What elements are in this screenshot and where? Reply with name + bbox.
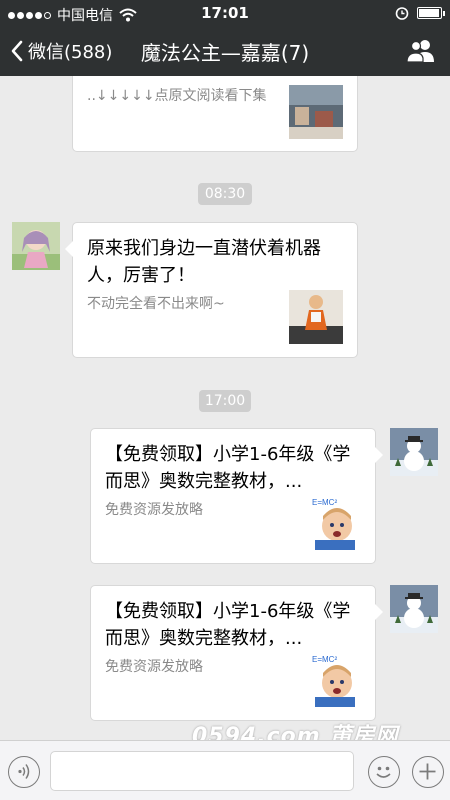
- article-thumbnail: [289, 290, 343, 344]
- status-bar: 中国电信 17:01: [0, 0, 450, 26]
- link-card-message[interactable]: ..↓↓↓↓↓点原文阅读看下集: [72, 76, 358, 152]
- battery-fill: [419, 9, 439, 17]
- time-separator: 08:30: [198, 183, 252, 205]
- status-right: [395, 6, 445, 20]
- voice-button[interactable]: [8, 756, 40, 788]
- battery-icon: [417, 7, 445, 19]
- emoji-icon: [376, 766, 391, 778]
- bubble-tail: [375, 447, 383, 463]
- time-separator: 17:00: [199, 390, 251, 412]
- card-description: 不动完全看不出来啊~: [87, 296, 225, 312]
- article-thumbnail: E=MC²: [307, 496, 361, 550]
- card-description: 免费资源发放略: [105, 659, 203, 675]
- link-card-message[interactable]: 【免费领取】小学1-6年级《学而思》奥数完整教材，... 免费资源发放略 E=M…: [90, 585, 383, 721]
- avatar[interactable]: [390, 428, 438, 476]
- plus-icon: [419, 763, 436, 780]
- chat-messages[interactable]: ..↓↓↓↓↓点原文阅读看下集 08:30 原来我们身边一直潜伏着机器人，厉害了…: [0, 76, 450, 740]
- thumb-formula: E=MC²: [312, 498, 337, 507]
- avatar[interactable]: [12, 222, 60, 270]
- card-title: 【免费领取】小学1-6年级《学而思》奥数完整教材，...: [105, 444, 351, 492]
- card-title: 原来我们身边一直潜伏着机器人，厉害了！: [87, 238, 321, 286]
- card-title: 【免费领取】小学1-6年级《学而思》奥数完整教材，...: [105, 601, 351, 649]
- more-button[interactable]: [412, 756, 444, 788]
- emoji-button[interactable]: [368, 756, 400, 788]
- card-description: 免费资源发放略: [105, 502, 203, 518]
- article-thumbnail: [289, 85, 343, 139]
- chat-title: 魔法公主—嘉嘉(7): [140, 41, 310, 65]
- bubble-tail: [375, 604, 383, 620]
- article-thumbnail: E=MC²: [307, 653, 361, 707]
- thumb-formula: E=MC²: [312, 655, 337, 664]
- link-card-message[interactable]: 原来我们身边一直潜伏着机器人，厉害了！ 不动完全看不出来啊~: [65, 222, 358, 358]
- alarm-clock-icon: [395, 7, 409, 20]
- avatar[interactable]: [390, 585, 438, 633]
- message-input[interactable]: [50, 751, 354, 791]
- bubble-tail: [65, 241, 73, 257]
- link-card-message[interactable]: 【免费领取】小学1-6年级《学而思》奥数完整教材，... 免费资源发放略 E=M…: [90, 428, 383, 564]
- voice-icon: [18, 764, 30, 779]
- card-description: ..↓↓↓↓↓点原文阅读看下集: [87, 88, 267, 104]
- nav-bar: 微信(588) 魔法公主—嘉嘉(7): [0, 26, 450, 76]
- status-time: 17:01: [201, 4, 249, 22]
- group-people-icon[interactable]: [406, 38, 436, 64]
- input-bar: [0, 740, 450, 800]
